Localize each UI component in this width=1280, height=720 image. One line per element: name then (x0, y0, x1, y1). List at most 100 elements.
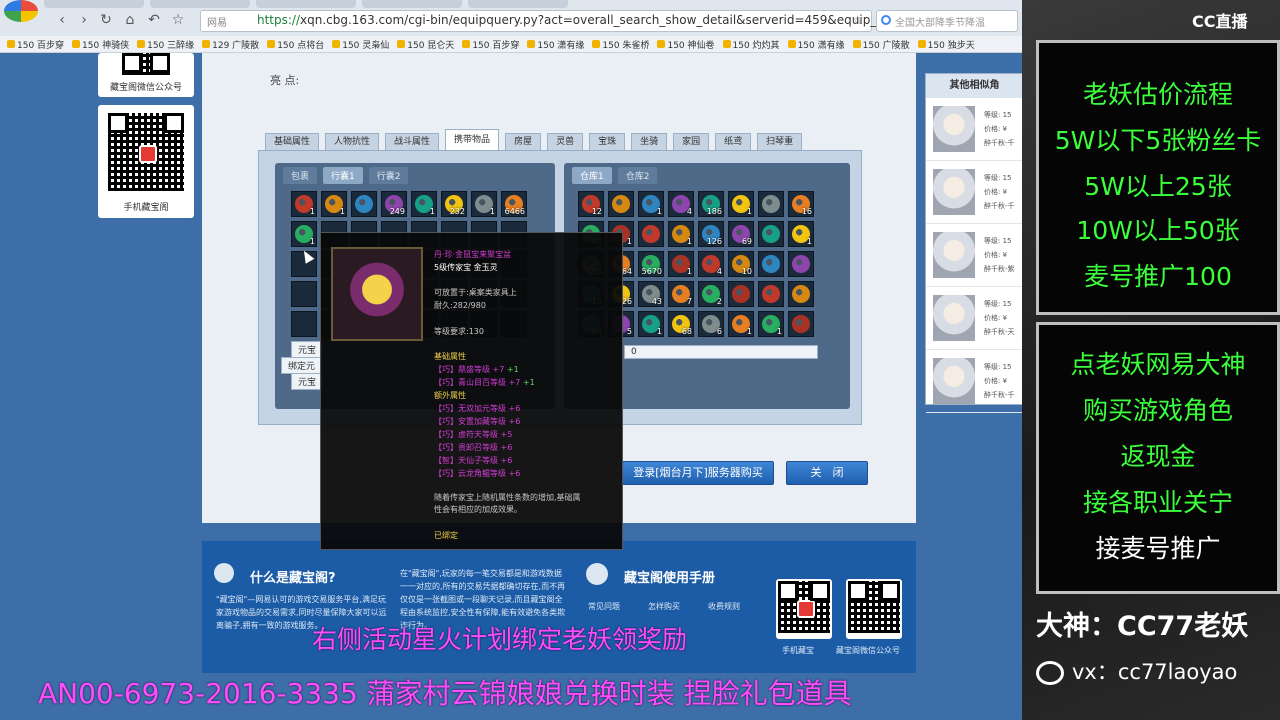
bookmark-item[interactable]: 150 点将台 (264, 36, 327, 52)
inventory-slot[interactable] (291, 311, 317, 337)
similar-role-item[interactable]: 等级: 15 价格: ¥ 醉千秋-紫 (926, 224, 1022, 287)
inventory-slot[interactable]: 1 (291, 221, 317, 247)
avatar[interactable] (933, 358, 975, 404)
tab-3[interactable]: 携带物品 (445, 129, 500, 150)
bookmark-item[interactable]: 150 潇有缘 (785, 36, 848, 52)
inventory-slot[interactable] (728, 281, 754, 307)
inventory-slot[interactable]: 10 (728, 251, 754, 277)
tab-6[interactable]: 宝珠 (589, 133, 626, 150)
browser-tab[interactable] (150, 0, 250, 8)
inventory-slot[interactable]: 1 (638, 191, 664, 217)
qr-code[interactable] (848, 581, 900, 633)
bookmark-item[interactable]: 150 三醉缘 (134, 36, 197, 52)
home-icon[interactable]: ⌂ (122, 12, 138, 28)
bookmark-star-icon[interactable]: ☆ (852, 13, 863, 27)
bookmark-item[interactable]: 150 朱雀桥 (589, 36, 652, 52)
tab-10[interactable]: 扫琴重 (757, 133, 803, 150)
inventory-slot[interactable] (788, 281, 814, 307)
tab-2[interactable]: 战斗属性 (385, 133, 440, 150)
tab-7[interactable]: 坐骑 (631, 133, 668, 150)
footer-link-faq[interactable]: 常见问题 (588, 601, 620, 612)
inventory-slot[interactable]: 6 (698, 311, 724, 337)
inventory-slot[interactable] (758, 191, 784, 217)
inventory-slot[interactable]: 1 (728, 191, 754, 217)
bookmark-item[interactable]: 150 昆仑天 (394, 36, 457, 52)
bookmark-item[interactable]: 150 潇有缘 (524, 36, 587, 52)
inventory-slot[interactable]: 126 (698, 221, 724, 247)
close-button[interactable]: 关 闭 (786, 461, 868, 485)
inventory-slot[interactable]: 2 (698, 281, 724, 307)
inventory-slot[interactable]: 1 (728, 311, 754, 337)
tab-4[interactable]: 房屋 (505, 133, 542, 150)
inventory-slot[interactable]: 249 (381, 191, 407, 217)
inventory-slot[interactable] (608, 191, 634, 217)
inventory-slot[interactable]: 12 (578, 191, 604, 217)
inventory-slot[interactable]: 1 (668, 221, 694, 247)
star-icon[interactable]: ☆ (170, 12, 186, 28)
bookmark-item[interactable]: 150 百步穿 (459, 36, 522, 52)
avatar[interactable] (933, 106, 975, 152)
browser-tab[interactable] (362, 0, 462, 8)
avatar[interactable] (933, 169, 975, 215)
warehouse-tab-0[interactable]: 仓库1 (572, 167, 612, 184)
bookmark-item[interactable]: 129 广陵散 (199, 36, 262, 52)
inventory-slot[interactable] (291, 281, 317, 307)
tab-9[interactable]: 纸鸢 (715, 133, 752, 150)
forward-icon[interactable]: › (76, 12, 92, 28)
footer-link-fees[interactable]: 收费规则 (708, 601, 740, 612)
footer-link-how-to-buy[interactable]: 怎样购买 (648, 601, 680, 612)
similar-role-item[interactable]: 等级: 15 价格: ¥ 醉千秋-千 (926, 161, 1022, 224)
inventory-slot[interactable]: 1 (668, 251, 694, 277)
inventory-slot[interactable]: 4 (668, 191, 694, 217)
inventory-slot[interactable] (351, 191, 377, 217)
inventory-slot[interactable]: 6466 (501, 191, 527, 217)
bookmark-item[interactable]: 150 广陵散 (850, 36, 913, 52)
reload-icon[interactable]: ↻ (98, 12, 114, 28)
inventory-slot[interactable] (788, 311, 814, 337)
browser-logo-icon[interactable] (4, 0, 38, 22)
inventory-slot[interactable]: 232 (441, 191, 467, 217)
inventory-slot[interactable]: 1 (788, 221, 814, 247)
inventory-slot[interactable]: 1 (411, 191, 437, 217)
tab-5[interactable]: 灵兽 (547, 133, 584, 150)
bag-tab-1[interactable]: 行囊1 (323, 167, 363, 184)
inventory-slot[interactable]: 1 (471, 191, 497, 217)
avatar[interactable] (933, 232, 975, 278)
inventory-slot[interactable]: 4 (698, 251, 724, 277)
back-icon[interactable]: ‹ (54, 12, 70, 28)
bookmark-item[interactable]: 150 灵枭仙 (329, 36, 392, 52)
bookmark-item[interactable]: 150 神仙卷 (654, 36, 717, 52)
similar-role-item[interactable]: 等级: 15 价格: ¥ 醉千秋-天 (926, 287, 1022, 350)
inventory-slot[interactable] (758, 251, 784, 277)
tab-8[interactable]: 家园 (673, 133, 710, 150)
inventory-slot[interactable]: 1 (638, 311, 664, 337)
qr-code[interactable] (122, 53, 170, 75)
undo-icon[interactable]: ↶ (146, 12, 162, 28)
inventory-slot[interactable] (788, 251, 814, 277)
browser-tab[interactable] (256, 0, 356, 8)
inventory-slot[interactable]: 69 (728, 221, 754, 247)
bookmark-item[interactable]: 150 神骑侠 (69, 36, 132, 52)
inventory-slot[interactable] (638, 221, 664, 247)
inventory-slot[interactable]: 7 (668, 281, 694, 307)
inventory-slot[interactable]: 186 (698, 191, 724, 217)
browser-tab[interactable] (44, 0, 144, 8)
bag-tab-2[interactable]: 行囊2 (368, 167, 409, 184)
bookmark-item[interactable]: 150 百步穿 (4, 36, 67, 52)
inventory-slot[interactable]: 68 (668, 311, 694, 337)
inventory-slot[interactable]: 16 (788, 191, 814, 217)
address-bar[interactable]: 网易 https://xqn.cbg.163.com/cgi-bin/equip… (200, 10, 887, 32)
tab-0[interactable]: 基础属性 (265, 133, 320, 150)
qr-code[interactable] (108, 113, 184, 191)
inventory-slot[interactable]: 5670 (638, 251, 664, 277)
inventory-slot[interactable] (758, 221, 784, 247)
tab-1[interactable]: 人物抗性 (325, 133, 380, 150)
warehouse-tab-1[interactable]: 仓库2 (617, 167, 658, 184)
inventory-slot[interactable]: 1 (758, 311, 784, 337)
bag-tab-0[interactable]: 包裹 (283, 167, 318, 184)
inventory-slot[interactable]: 43 (638, 281, 664, 307)
inventory-slot[interactable] (758, 281, 784, 307)
bookmark-item[interactable]: 150 灼灼其 (720, 36, 783, 52)
inventory-slot[interactable]: 1 (291, 191, 317, 217)
similar-role-item[interactable]: 等级: 15 价格: ¥ 醉千秋-千 (926, 350, 1022, 413)
